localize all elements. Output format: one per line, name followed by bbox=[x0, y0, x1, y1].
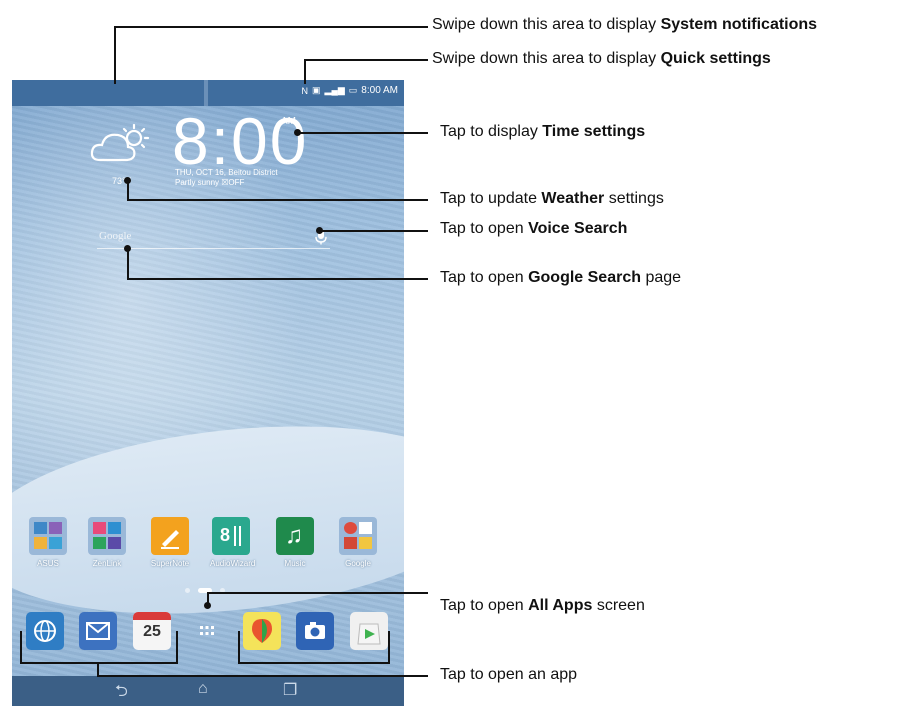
status-icons: N ▣ ▂▄▆ ▭ 8:00 AM bbox=[302, 85, 398, 96]
callout-voice-search: Tap to open Voice Search bbox=[440, 220, 628, 237]
email-icon[interactable] bbox=[79, 612, 117, 650]
callout-open-app: Tap to open an app bbox=[440, 666, 578, 683]
callout-system-notifications: Swipe down this area to display System n… bbox=[432, 16, 818, 33]
calendar-day: 25 bbox=[143, 623, 161, 640]
callout-line bbox=[207, 592, 428, 594]
clock-date-block: THU, OCT 16, Beitou District Partly sunn… bbox=[175, 168, 278, 188]
app-supernote[interactable]: SuperNote bbox=[149, 517, 191, 568]
app-label: Google bbox=[345, 559, 371, 568]
callout-line bbox=[176, 631, 178, 663]
calendar-icon[interactable]: 25 bbox=[133, 612, 171, 650]
clock-date-location: THU, OCT 16, Beitou District bbox=[175, 168, 278, 177]
callout-line bbox=[114, 26, 116, 84]
callout-line bbox=[97, 675, 428, 677]
signal-icon: ▂▄▆ bbox=[324, 85, 345, 95]
navigation-bar: ⮌ ⌂ ❐ bbox=[12, 676, 404, 706]
callout-line bbox=[127, 278, 428, 280]
callout-google-search: Tap to open Google Search page bbox=[440, 269, 682, 286]
asus-folder-icon bbox=[29, 517, 67, 555]
callout-line bbox=[238, 662, 390, 664]
clock-ampm: AM bbox=[281, 116, 296, 127]
callout-line bbox=[127, 180, 129, 200]
app-asus[interactable]: ASUS bbox=[27, 517, 69, 568]
tablet-screen: N ▣ ▂▄▆ ▭ 8:00 AM 8:00 AM THU, OCT 16, B… bbox=[12, 80, 404, 706]
google-search-bar[interactable]: Google bbox=[97, 226, 330, 249]
app-label: ASUS bbox=[37, 559, 59, 568]
callout-line bbox=[304, 59, 306, 84]
nfc-icon: N bbox=[301, 85, 309, 96]
callout-time-settings: Tap to display Time settings bbox=[440, 123, 646, 140]
app-audiowizard[interactable]: 8 AudioWizard bbox=[210, 517, 256, 568]
system-notifications-area[interactable] bbox=[12, 80, 206, 106]
callout-line bbox=[114, 26, 428, 28]
callout-quick-settings: Swipe down this area to display Quick se… bbox=[432, 50, 771, 67]
network-3g-icon: ▣ bbox=[312, 85, 321, 95]
weather-app-icon[interactable] bbox=[243, 612, 281, 650]
google-folder-icon bbox=[339, 517, 377, 555]
callout-line bbox=[20, 662, 178, 664]
app-zenlink[interactable]: ZenLink bbox=[86, 517, 128, 568]
home-icon[interactable]: ⌂ bbox=[198, 680, 208, 698]
zenlink-folder-icon bbox=[88, 517, 126, 555]
callout-line bbox=[127, 248, 129, 279]
callout-line bbox=[238, 631, 240, 663]
page-indicator-dot bbox=[185, 588, 190, 593]
battery-icon: ▭ bbox=[348, 85, 358, 95]
callout-line bbox=[297, 132, 428, 134]
app-music[interactable]: ♫ Music bbox=[274, 517, 316, 568]
status-time: 8:00 AM bbox=[361, 85, 398, 96]
app-google[interactable]: Google bbox=[337, 517, 379, 568]
callout-line bbox=[20, 631, 22, 663]
music-icon: ♫ bbox=[276, 517, 314, 555]
supernote-icon bbox=[151, 517, 189, 555]
callout-line bbox=[319, 230, 428, 232]
recent-apps-icon[interactable]: ❐ bbox=[283, 680, 297, 700]
camera-icon[interactable] bbox=[296, 612, 334, 650]
weather-condition: Partly sunny ☒OFF bbox=[175, 178, 245, 187]
google-search-label: Google bbox=[99, 230, 132, 242]
callout-weather: Tap to update Weather settings bbox=[440, 190, 664, 207]
app-label: SuperNote bbox=[150, 559, 190, 568]
callout-all-apps: Tap to open All Apps screen bbox=[440, 597, 645, 614]
app-label: Music bbox=[284, 559, 306, 568]
callout-line bbox=[304, 59, 428, 61]
play-store-icon[interactable] bbox=[350, 612, 388, 650]
browser-icon[interactable] bbox=[26, 612, 64, 650]
callout-line bbox=[127, 199, 428, 201]
callout-line bbox=[388, 631, 390, 663]
all-apps-icon[interactable] bbox=[188, 612, 226, 650]
app-label: ZenLink bbox=[92, 559, 122, 568]
status-bar[interactable]: N ▣ ▂▄▆ ▭ 8:00 AM bbox=[12, 80, 404, 106]
app-label: AudioWizard bbox=[210, 559, 256, 568]
partly-sunny-weather-icon[interactable] bbox=[88, 122, 152, 166]
audiowizard-icon: 8 bbox=[212, 517, 250, 555]
back-icon[interactable]: ⮌ bbox=[115, 680, 128, 706]
